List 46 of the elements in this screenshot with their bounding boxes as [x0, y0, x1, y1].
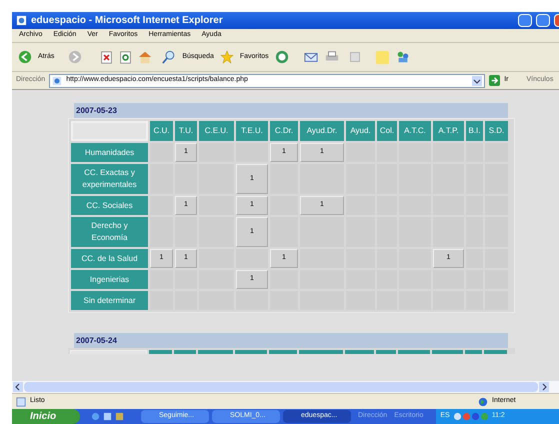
column-header: A.T.C.	[399, 121, 431, 141]
page-icon	[16, 15, 27, 26]
window-title: eduespacio - Microsoft Internet Explorer	[31, 14, 224, 28]
scroll-right-icon[interactable]	[539, 382, 549, 392]
column-header: C.U.	[150, 121, 173, 141]
column-header: T.U.	[175, 121, 197, 141]
column-header: T.E.U.	[236, 121, 268, 141]
tray-icons-drawing	[452, 412, 489, 421]
row-header: Humanidades	[71, 143, 148, 162]
column-header: A.T.P.	[433, 121, 464, 141]
maximize-button[interactable]	[536, 14, 550, 27]
go-icon[interactable]	[489, 75, 500, 86]
row-header: Derecho y Economía	[71, 217, 148, 247]
home-icon[interactable]	[138, 50, 152, 64]
minimize-button[interactable]	[518, 14, 532, 27]
back-icon[interactable]	[18, 50, 32, 64]
refresh-icon[interactable]	[119, 50, 132, 64]
column-header: S.D.	[485, 121, 508, 141]
row-header: CC. Sociales	[71, 196, 148, 215]
column-header: Col.	[377, 121, 397, 141]
star-icon[interactable]	[220, 50, 234, 64]
globe-icon	[478, 396, 488, 406]
mail-icon[interactable]	[302, 50, 319, 64]
column-header: B.I.	[466, 121, 483, 141]
row-header: Ingenierias	[71, 270, 148, 289]
column-header: Ayud.	[346, 121, 375, 141]
column-header: Ayud.Dr.	[300, 121, 344, 141]
row-header: Sin determinar	[71, 291, 148, 310]
search-icon[interactable]	[162, 50, 176, 64]
stop-icon[interactable]	[100, 50, 114, 64]
date-label: 2007-05-23	[76, 104, 117, 116]
column-header: C.E.U.	[199, 121, 234, 141]
dropdown-icon[interactable]	[472, 76, 482, 86]
horizontal-scrollbar[interactable]	[12, 381, 559, 393]
scroll-left-icon[interactable]	[13, 382, 23, 392]
history-icon[interactable]	[274, 50, 289, 64]
column-header: C.Dr.	[270, 121, 298, 141]
scroll-thumb[interactable]	[24, 382, 538, 392]
messenger-icon[interactable]	[396, 50, 410, 64]
page-icon	[52, 76, 62, 86]
start-button[interactable]: Inicio	[12, 409, 80, 424]
forward-icon[interactable]	[68, 50, 82, 64]
page-icon	[16, 396, 26, 406]
row-header: CC. de la Salud	[71, 249, 148, 268]
date-label: 2007-05-24	[76, 334, 117, 346]
row-header: CC. Exactas y experimentales	[71, 164, 148, 194]
